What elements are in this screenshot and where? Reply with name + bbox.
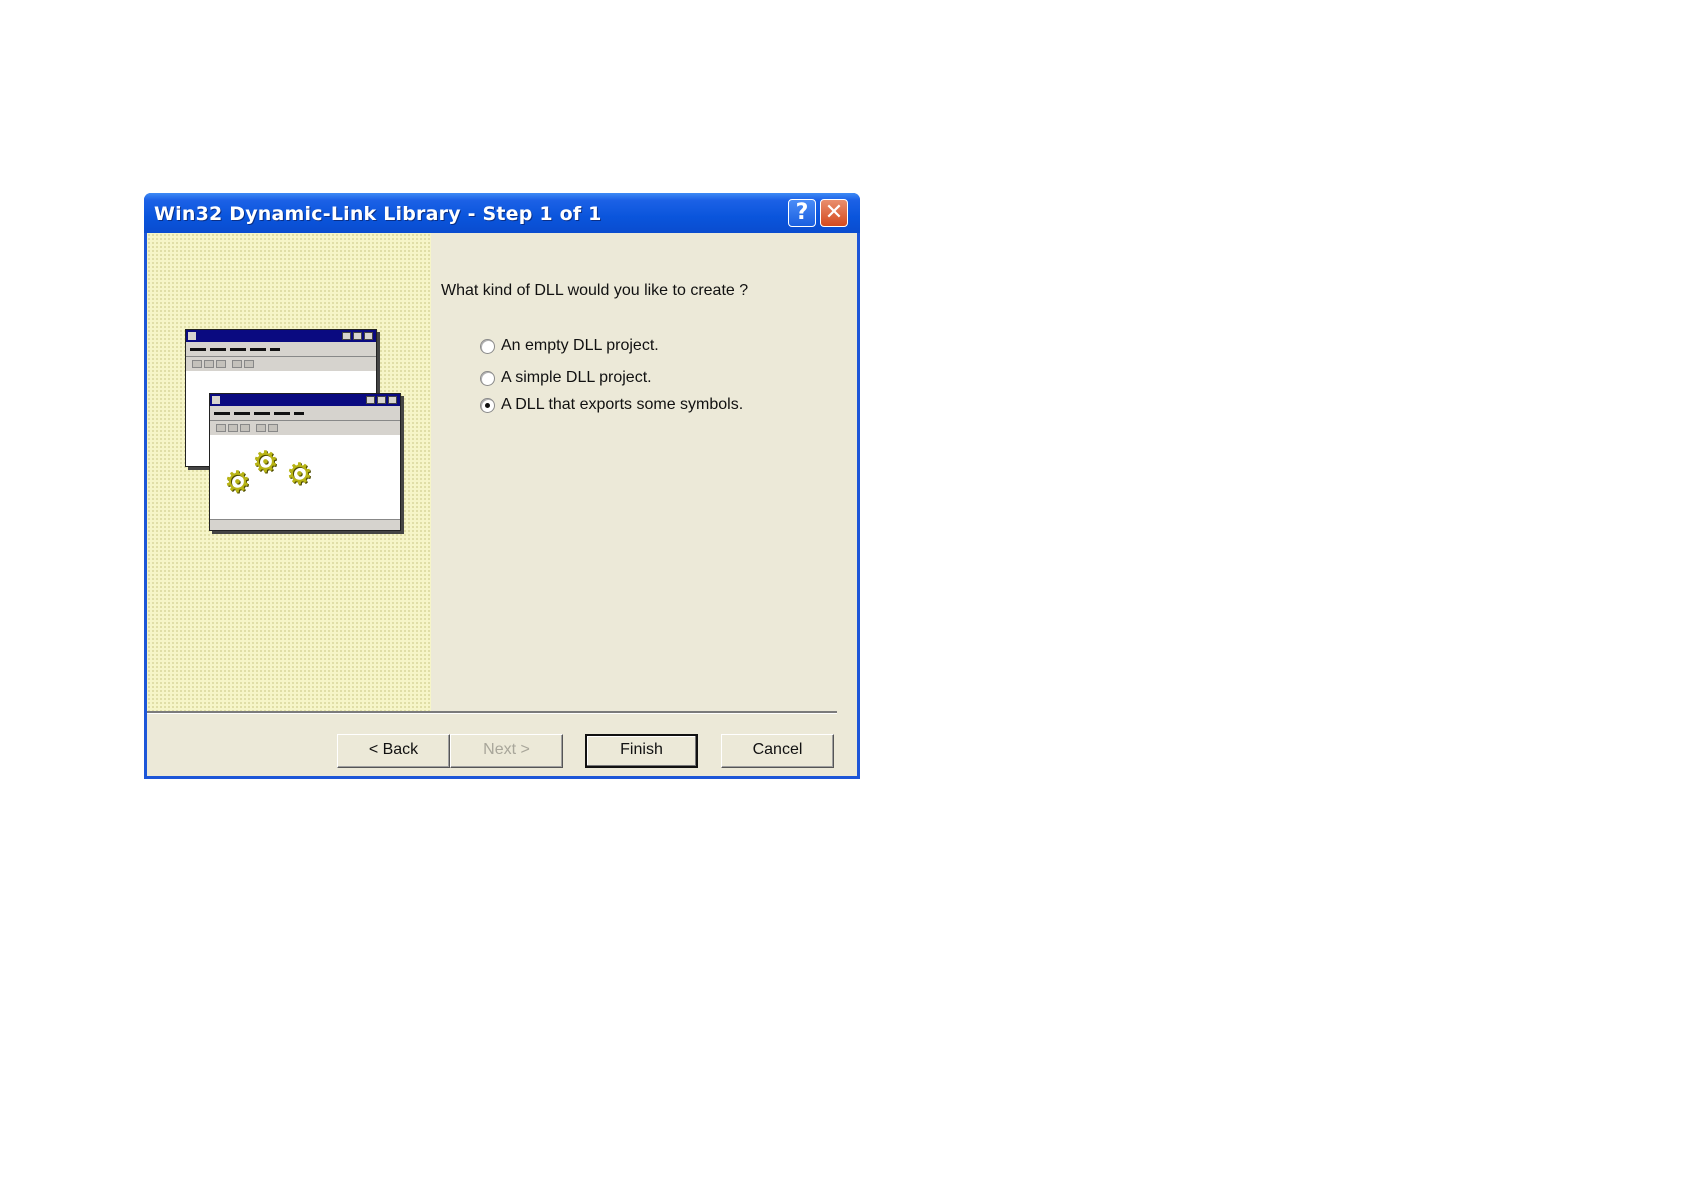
cancel-button[interactable]: Cancel [721,734,834,768]
window-title: Win32 Dynamic-Link Library - Step 1 of 1 [154,203,602,225]
gear-icon: ⚙ [252,446,279,479]
option-label[interactable]: A DLL that exports some symbols. [501,396,743,414]
button-area-divider [147,711,837,714]
wizard-dialog: Win32 Dynamic-Link Library - Step 1 of 1… [144,193,860,779]
finish-button[interactable]: Finish [585,734,698,768]
windows-with-gears-icon: ⚙ ⚙ ⚙ [185,329,401,531]
front-window-graphic: ⚙ ⚙ ⚙ [209,393,401,531]
gear-icon: ⚙ [224,466,251,499]
radio-button[interactable] [480,339,495,354]
dll-kind-prompt: What kind of DLL would you like to creat… [441,282,749,299]
gear-icon: ⚙ [286,458,313,491]
illustration-panel: ⚙ ⚙ ⚙ [147,233,431,711]
option-label[interactable]: A simple DLL project. [501,369,652,387]
back-button[interactable]: < Back [337,734,450,768]
dialog-client-area: ⚙ ⚙ ⚙ What kind of DLL would you like to… [147,233,857,776]
radio-button-selected[interactable] [480,398,495,413]
radio-button[interactable] [480,371,495,386]
help-icon[interactable]: ? [788,199,816,227]
option-label[interactable]: An empty DLL project. [501,337,659,355]
close-icon[interactable]: ✕ [820,199,848,227]
title-bar[interactable]: Win32 Dynamic-Link Library - Step 1 of 1… [144,193,860,233]
next-button[interactable]: Next > [450,734,563,768]
